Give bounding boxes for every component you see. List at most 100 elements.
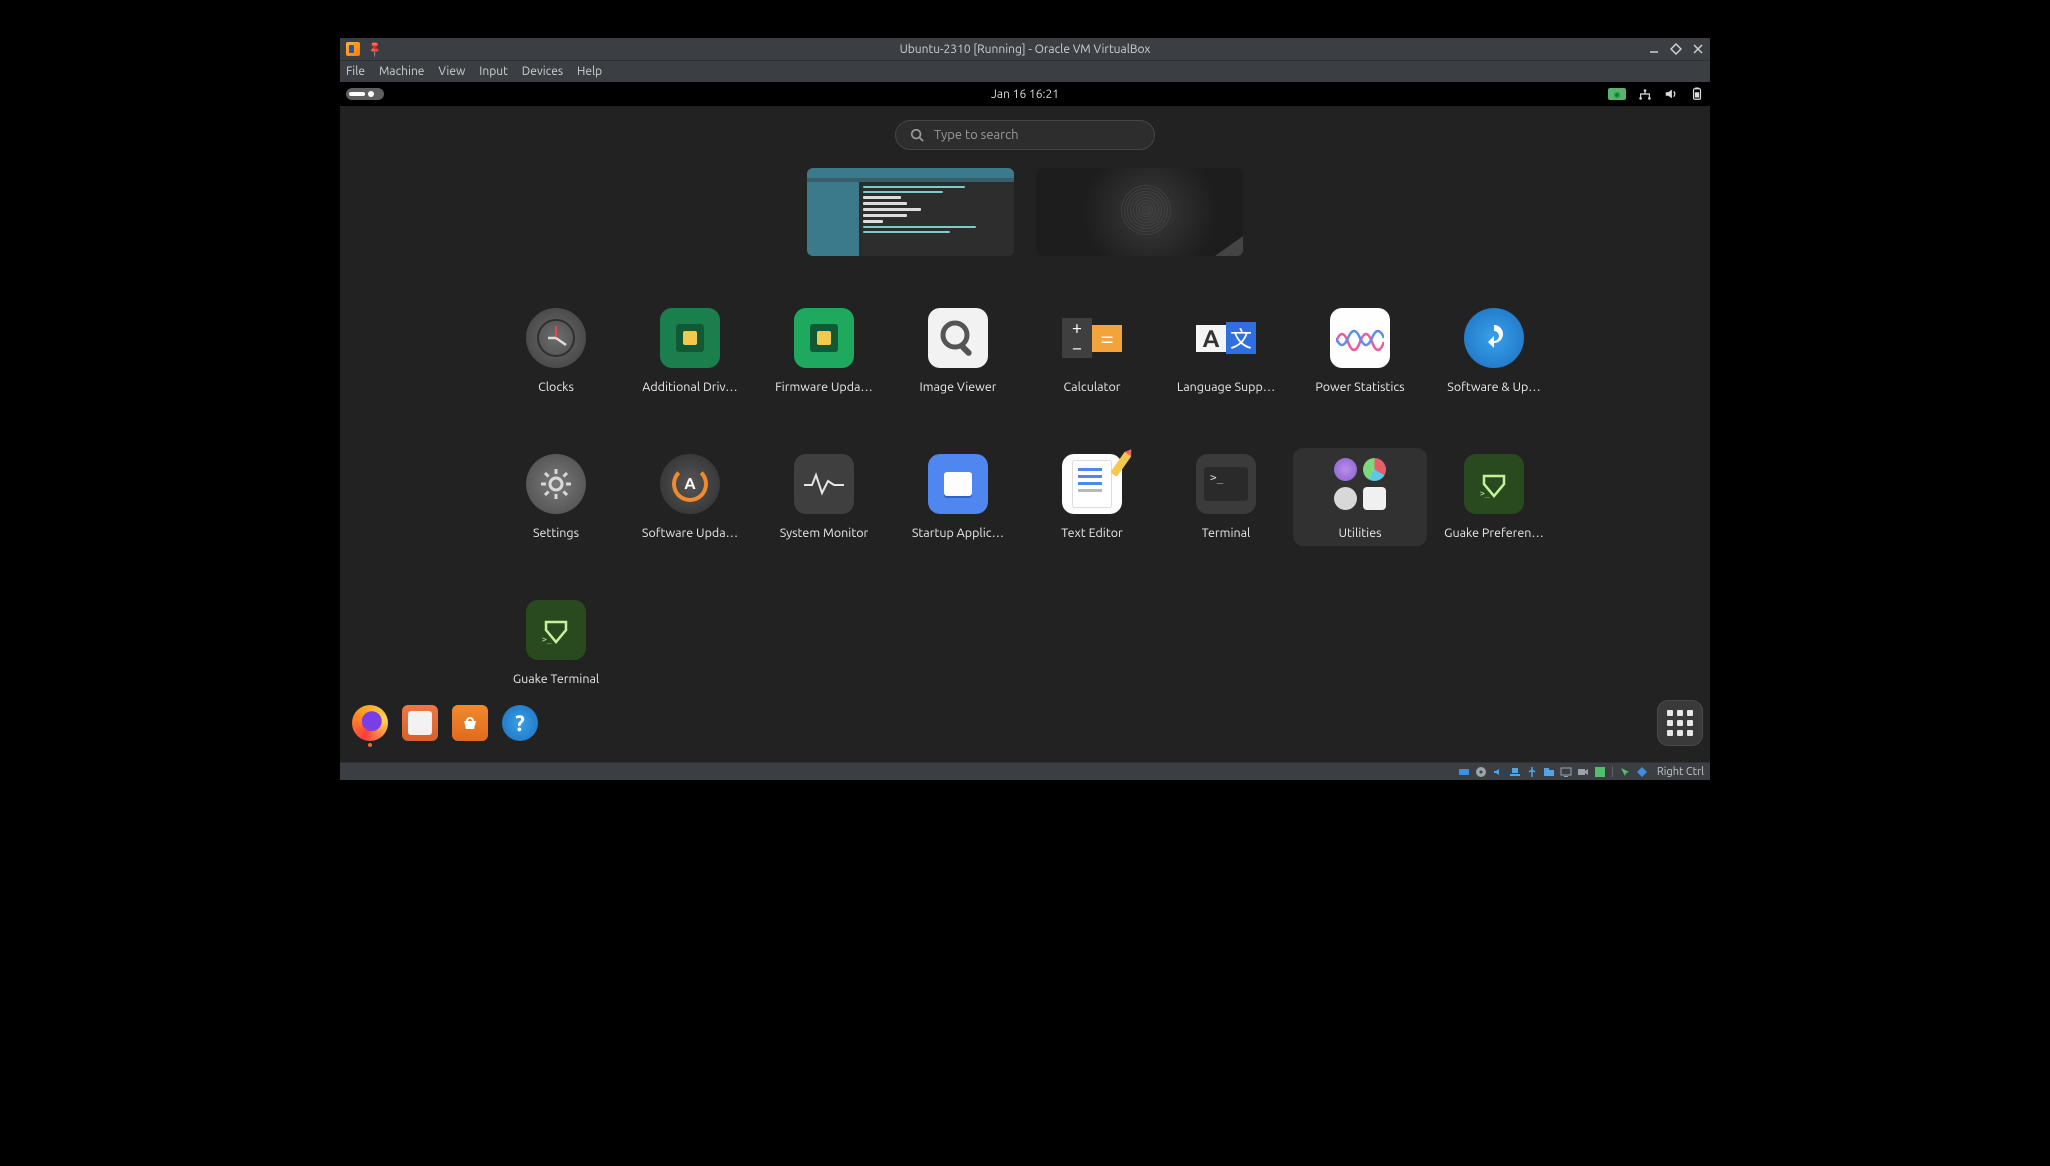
app-image-viewer[interactable]: Image Viewer: [891, 302, 1025, 400]
image-viewer-icon: [928, 308, 988, 368]
activities-overview: Type to search: [340, 106, 1710, 762]
vb-display-icon[interactable]: [1560, 766, 1572, 778]
guake-preferences-icon: >_: [1464, 454, 1524, 514]
topbar-clock[interactable]: Jan 16 16:21: [340, 88, 1710, 101]
app-label: Settings: [533, 526, 579, 540]
workspace-thumb-1[interactable]: [807, 168, 1014, 256]
app-label: Guake Terminal: [513, 672, 599, 686]
startup-applications-icon: [928, 454, 988, 514]
vb-window-title: Ubuntu-2310 [Running] - Oracle VM Virtua…: [340, 43, 1710, 56]
menu-devices[interactable]: Devices: [522, 65, 563, 78]
pin-icon[interactable]: 📌: [365, 40, 384, 59]
vb-host-key-label: Right Ctrl: [1657, 766, 1704, 778]
menu-view[interactable]: View: [438, 65, 465, 78]
extension-indicator-icon[interactable]: ◉: [1608, 88, 1626, 100]
app-label: Power Statistics: [1315, 380, 1404, 394]
menu-input[interactable]: Input: [479, 65, 508, 78]
app-clocks[interactable]: Clocks: [489, 302, 623, 400]
vb-statusbar: | Right Ctrl: [340, 762, 1710, 780]
vb-titlebar: 📌 Ubuntu-2310 [Running] - Oracle VM Virt…: [340, 38, 1710, 60]
volume-icon[interactable]: [1664, 87, 1678, 101]
app-label: Guake Preferen…: [1444, 526, 1544, 540]
app-text-editor[interactable]: Text Editor: [1025, 448, 1159, 546]
software-and-updates-icon: [1464, 308, 1524, 368]
dock-help[interactable]: ?: [502, 705, 538, 741]
network-icon[interactable]: [1638, 87, 1652, 101]
guake-terminal-icon: >_: [526, 600, 586, 660]
app-label: Language Supp…: [1177, 380, 1275, 394]
app-label: Startup Applic…: [912, 526, 1004, 540]
app-software-and-updates[interactable]: Software & Up…: [1427, 302, 1561, 400]
search-input[interactable]: Type to search: [895, 120, 1155, 150]
vb-guest-additions-icon[interactable]: [1594, 766, 1606, 778]
search-placeholder: Type to search: [934, 128, 1019, 142]
show-applications-button[interactable]: [1658, 701, 1702, 745]
app-settings[interactable]: Settings: [489, 448, 623, 546]
workspace-thumb-2[interactable]: [1036, 168, 1243, 256]
activities-button[interactable]: [346, 88, 384, 100]
clocks-icon: [526, 308, 586, 368]
app-label: Clocks: [538, 380, 574, 394]
app-grid: Clocks Additional Driv… Firmware Upda… I…: [489, 302, 1561, 692]
power-statistics-icon: [1330, 308, 1390, 368]
workspace-thumbnails: [807, 168, 1243, 256]
dash-dock: ?: [348, 692, 1702, 754]
guest-desktop: Jan 16 16:21 ◉ Type to search: [340, 82, 1710, 762]
app-calculator[interactable]: +−= Calculator: [1025, 302, 1159, 400]
app-label: Software Upda…: [642, 526, 738, 540]
app-label: Text Editor: [1061, 526, 1123, 540]
app-label: Utilities: [1338, 526, 1381, 540]
text-editor-icon: [1062, 454, 1122, 514]
dock-ubuntu-software[interactable]: [452, 705, 488, 741]
app-terminal[interactable]: >_ Terminal: [1159, 448, 1293, 546]
app-label: Software & Up…: [1447, 380, 1540, 394]
dock-files[interactable]: [402, 705, 438, 741]
virtualbox-window: 📌 Ubuntu-2310 [Running] - Oracle VM Virt…: [340, 38, 1710, 780]
vb-recording-icon[interactable]: [1577, 766, 1589, 778]
svg-text:>_: >_: [1480, 489, 1490, 498]
gnome-topbar: Jan 16 16:21 ◉: [340, 82, 1710, 106]
app-label: System Monitor: [780, 526, 869, 540]
additional-drivers-icon: [660, 308, 720, 368]
app-software-updater[interactable]: Software Upda…: [623, 448, 757, 546]
vb-hdd-icon[interactable]: [1458, 766, 1470, 778]
app-firmware-updater[interactable]: Firmware Upda…: [757, 302, 891, 400]
vb-menubar: File Machine View Input Devices Help: [340, 60, 1710, 82]
menu-machine[interactable]: Machine: [379, 65, 424, 78]
battery-icon[interactable]: [1690, 87, 1704, 101]
app-startup-applications[interactable]: Startup Applic…: [891, 448, 1025, 546]
app-power-statistics[interactable]: Power Statistics: [1293, 302, 1427, 400]
app-label: Firmware Upda…: [775, 380, 873, 394]
vb-mouse-integration-icon[interactable]: [1619, 766, 1631, 778]
svg-text:>_: >_: [542, 635, 552, 644]
minimize-button[interactable]: [1648, 43, 1660, 55]
vb-usb-icon[interactable]: [1526, 766, 1538, 778]
firmware-updater-icon: [794, 308, 854, 368]
software-updater-icon: [660, 454, 720, 514]
close-button[interactable]: [1692, 43, 1704, 55]
app-label: Additional Driv…: [642, 380, 738, 394]
vb-shared-folders-icon[interactable]: [1543, 766, 1555, 778]
app-guake-preferences[interactable]: >_ Guake Preferen…: [1427, 448, 1561, 546]
maximize-button[interactable]: [1670, 43, 1682, 55]
vb-vm-icon: [346, 42, 360, 56]
vb-keyboard-captured-icon[interactable]: [1636, 766, 1648, 778]
app-language-support[interactable]: A文 Language Supp…: [1159, 302, 1293, 400]
vb-network-icon[interactable]: [1509, 766, 1521, 778]
app-system-monitor[interactable]: System Monitor: [757, 448, 891, 546]
vb-optical-icon[interactable]: [1475, 766, 1487, 778]
calculator-icon: +−=: [1062, 308, 1122, 368]
app-label: Calculator: [1064, 380, 1121, 394]
vb-audio-icon[interactable]: [1492, 766, 1504, 778]
app-guake-terminal[interactable]: >_ Guake Terminal: [489, 594, 623, 692]
app-label: Image Viewer: [920, 380, 997, 394]
language-support-icon: A文: [1196, 308, 1256, 368]
system-monitor-icon: [794, 454, 854, 514]
menu-help[interactable]: Help: [577, 65, 602, 78]
menu-file[interactable]: File: [346, 65, 365, 78]
app-label: Terminal: [1202, 526, 1251, 540]
dock-firefox[interactable]: [352, 705, 388, 741]
app-additional-drivers[interactable]: Additional Driv…: [623, 302, 757, 400]
terminal-icon: >_: [1196, 454, 1256, 514]
app-utilities-folder[interactable]: Utilities: [1293, 448, 1427, 546]
